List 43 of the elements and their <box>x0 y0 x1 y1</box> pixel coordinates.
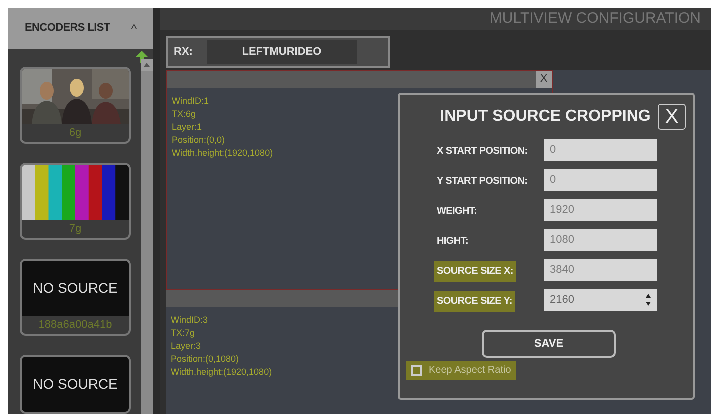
window-info: Layer:1 <box>172 121 202 134</box>
scrollbar[interactable] <box>141 59 153 414</box>
sidebar-title: ENCODERS LIST <box>25 21 110 36</box>
dialog-title: INPUT SOURCE CROPPING <box>440 107 651 127</box>
no-source-text: NO SOURCE <box>22 261 129 316</box>
spinner-icon[interactable] <box>646 293 651 307</box>
rx-value[interactable]: LEFTMURIDEO <box>206 40 357 64</box>
collapse-icon[interactable]: ^ <box>131 20 137 38</box>
encoder-label: 6g <box>68 126 83 141</box>
encoder-label: 188a6a00a41b <box>38 318 114 333</box>
field-label: HIGHT: <box>436 235 470 249</box>
encoder-label: 7g <box>68 222 83 237</box>
checkbox-label: Keep Aspect Ratio <box>429 364 512 378</box>
encoder-tile[interactable]: 6g <box>20 67 131 144</box>
encoder-tile[interactable]: 7g <box>20 163 131 240</box>
close-button[interactable]: X <box>536 71 552 88</box>
scroll-up-icon[interactable] <box>144 63 150 67</box>
checkbox[interactable] <box>411 365 422 376</box>
encoder-tile[interactable]: NO SOURCE 188a6a00a41b <box>20 259 131 336</box>
input-field[interactable]: 3840 <box>544 259 657 281</box>
input-field[interactable]: 2160 <box>544 289 657 311</box>
window-info: Width,height:(1920,1080) <box>172 147 274 160</box>
window-info: WindID:3 <box>171 314 208 327</box>
field-label: Y START POSITION: <box>436 175 529 189</box>
field-label: WEIGHT: <box>436 205 478 219</box>
window-info: TX:7g <box>171 327 196 340</box>
input-field[interactable]: 0 <box>544 169 657 191</box>
input-field[interactable]: 0 <box>544 139 657 161</box>
save-button[interactable]: SAVE <box>482 330 616 358</box>
field-label: X START POSITION: <box>436 145 529 159</box>
rx-label: RX: <box>174 44 193 60</box>
input-field[interactable]: 1920 <box>544 199 657 221</box>
field-label: SOURCE SIZE Y: <box>434 291 516 312</box>
window-info: TX:6g <box>172 108 196 121</box>
window-info: Position:(0,1080) <box>171 353 240 366</box>
page-title: MULTIVIEW CONFIGURATION <box>160 8 711 30</box>
close-button[interactable]: X <box>658 104 686 130</box>
window-info: Width,height:(1920,1080) <box>171 366 272 379</box>
window-info: WindID:1 <box>172 95 210 108</box>
window-info: Position:(0,0) <box>172 134 226 147</box>
input-field[interactable]: 1080 <box>544 229 657 251</box>
field-label: SOURCE SIZE X: <box>434 261 516 282</box>
window-info: Layer:3 <box>171 340 202 353</box>
